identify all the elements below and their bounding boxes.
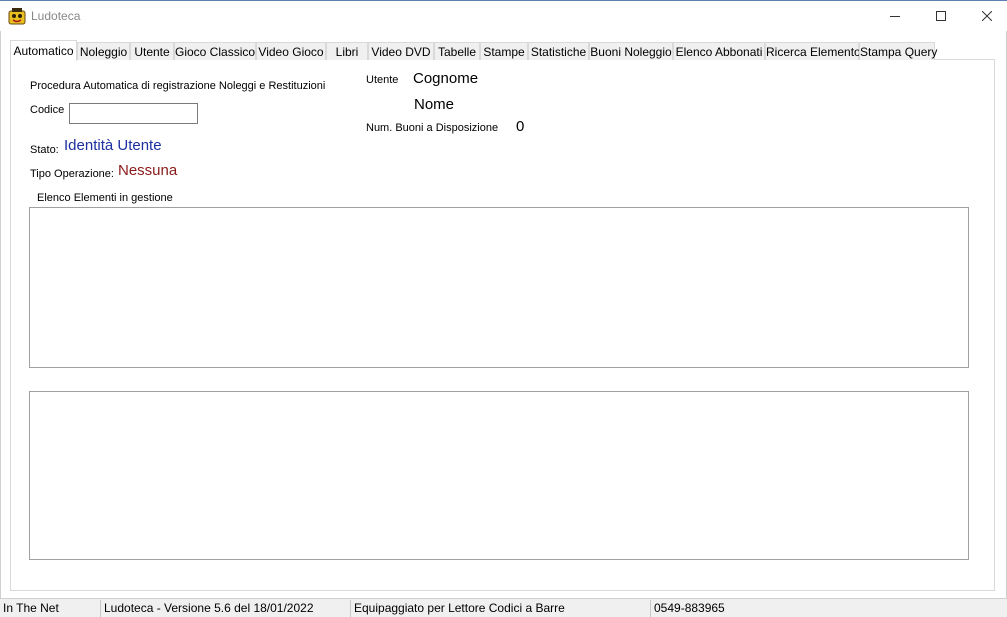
tab-stampe[interactable]: Stampe [480,42,528,60]
tab-libri[interactable]: Libri [326,42,368,60]
maximize-button[interactable] [918,1,964,31]
title-bar: Ludoteca [0,0,1007,31]
tab-utente[interactable]: Utente [130,42,174,60]
minimize-icon [890,16,900,17]
tab-stampa-query[interactable]: Stampa Query [859,42,937,60]
tab-tabelle[interactable]: Tabelle [434,42,480,60]
name-value: Nome [414,96,455,113]
code-label: Codice [30,104,65,116]
user-label: Utente [366,74,399,86]
code-input[interactable] [69,103,198,124]
elements-list-label: Elenco Elementi in gestione [37,192,173,204]
statusbar-panel-version: Ludoteca - Versione 5.6 del 18/01/2022 [101,600,351,617]
procedure-label: Procedura Automatica di registrazione No… [30,80,326,92]
elements-list[interactable] [29,207,969,368]
tab-ricerca-elemento[interactable]: Ricerca Elemento [765,42,861,60]
ludoteca-app-icon [8,8,26,25]
vouchers-value: 0 [516,118,525,135]
statusbar-panel-phone: 0549-883965 [654,601,725,615]
surname-value: Cognome [413,70,479,87]
status-label: Stato: [30,144,59,156]
details-list[interactable] [29,391,969,560]
tab-video-dvd[interactable]: Video DVD [368,42,434,60]
tab-video-gioco[interactable]: Video Gioco [256,42,326,60]
operation-type-value: Nessuna [118,162,178,179]
statusbar-panel-barcode: Equipaggiato per Lettore Codici a Barre [351,600,651,617]
minimize-button[interactable] [872,1,918,31]
vouchers-label: Num. Buoni a Disposizione [366,122,499,134]
maximize-icon [936,11,946,21]
tab-elenco-abbonati[interactable]: Elenco Abbonati [673,42,765,60]
tab-buoni-noleggio[interactable]: Buoni Noleggio [589,42,673,60]
close-button[interactable] [964,1,1007,31]
tab-gioco-classico[interactable]: Gioco Classico [174,42,256,60]
window-border-left [0,31,1,598]
window-title: Ludoteca [31,9,81,23]
operation-type-label: Tipo Operazione: [30,168,114,180]
tab-statistiche[interactable]: Statistiche [528,42,589,60]
statusbar-panel-company: In The Net [0,600,101,617]
status-value: Identità Utente [64,137,162,154]
tab-noleggio[interactable]: Noleggio [77,42,130,60]
close-icon [982,11,992,21]
status-bar: In The Net Ludoteca - Versione 5.6 del 1… [0,598,1007,617]
tab-automatico[interactable]: Automatico [10,40,77,61]
